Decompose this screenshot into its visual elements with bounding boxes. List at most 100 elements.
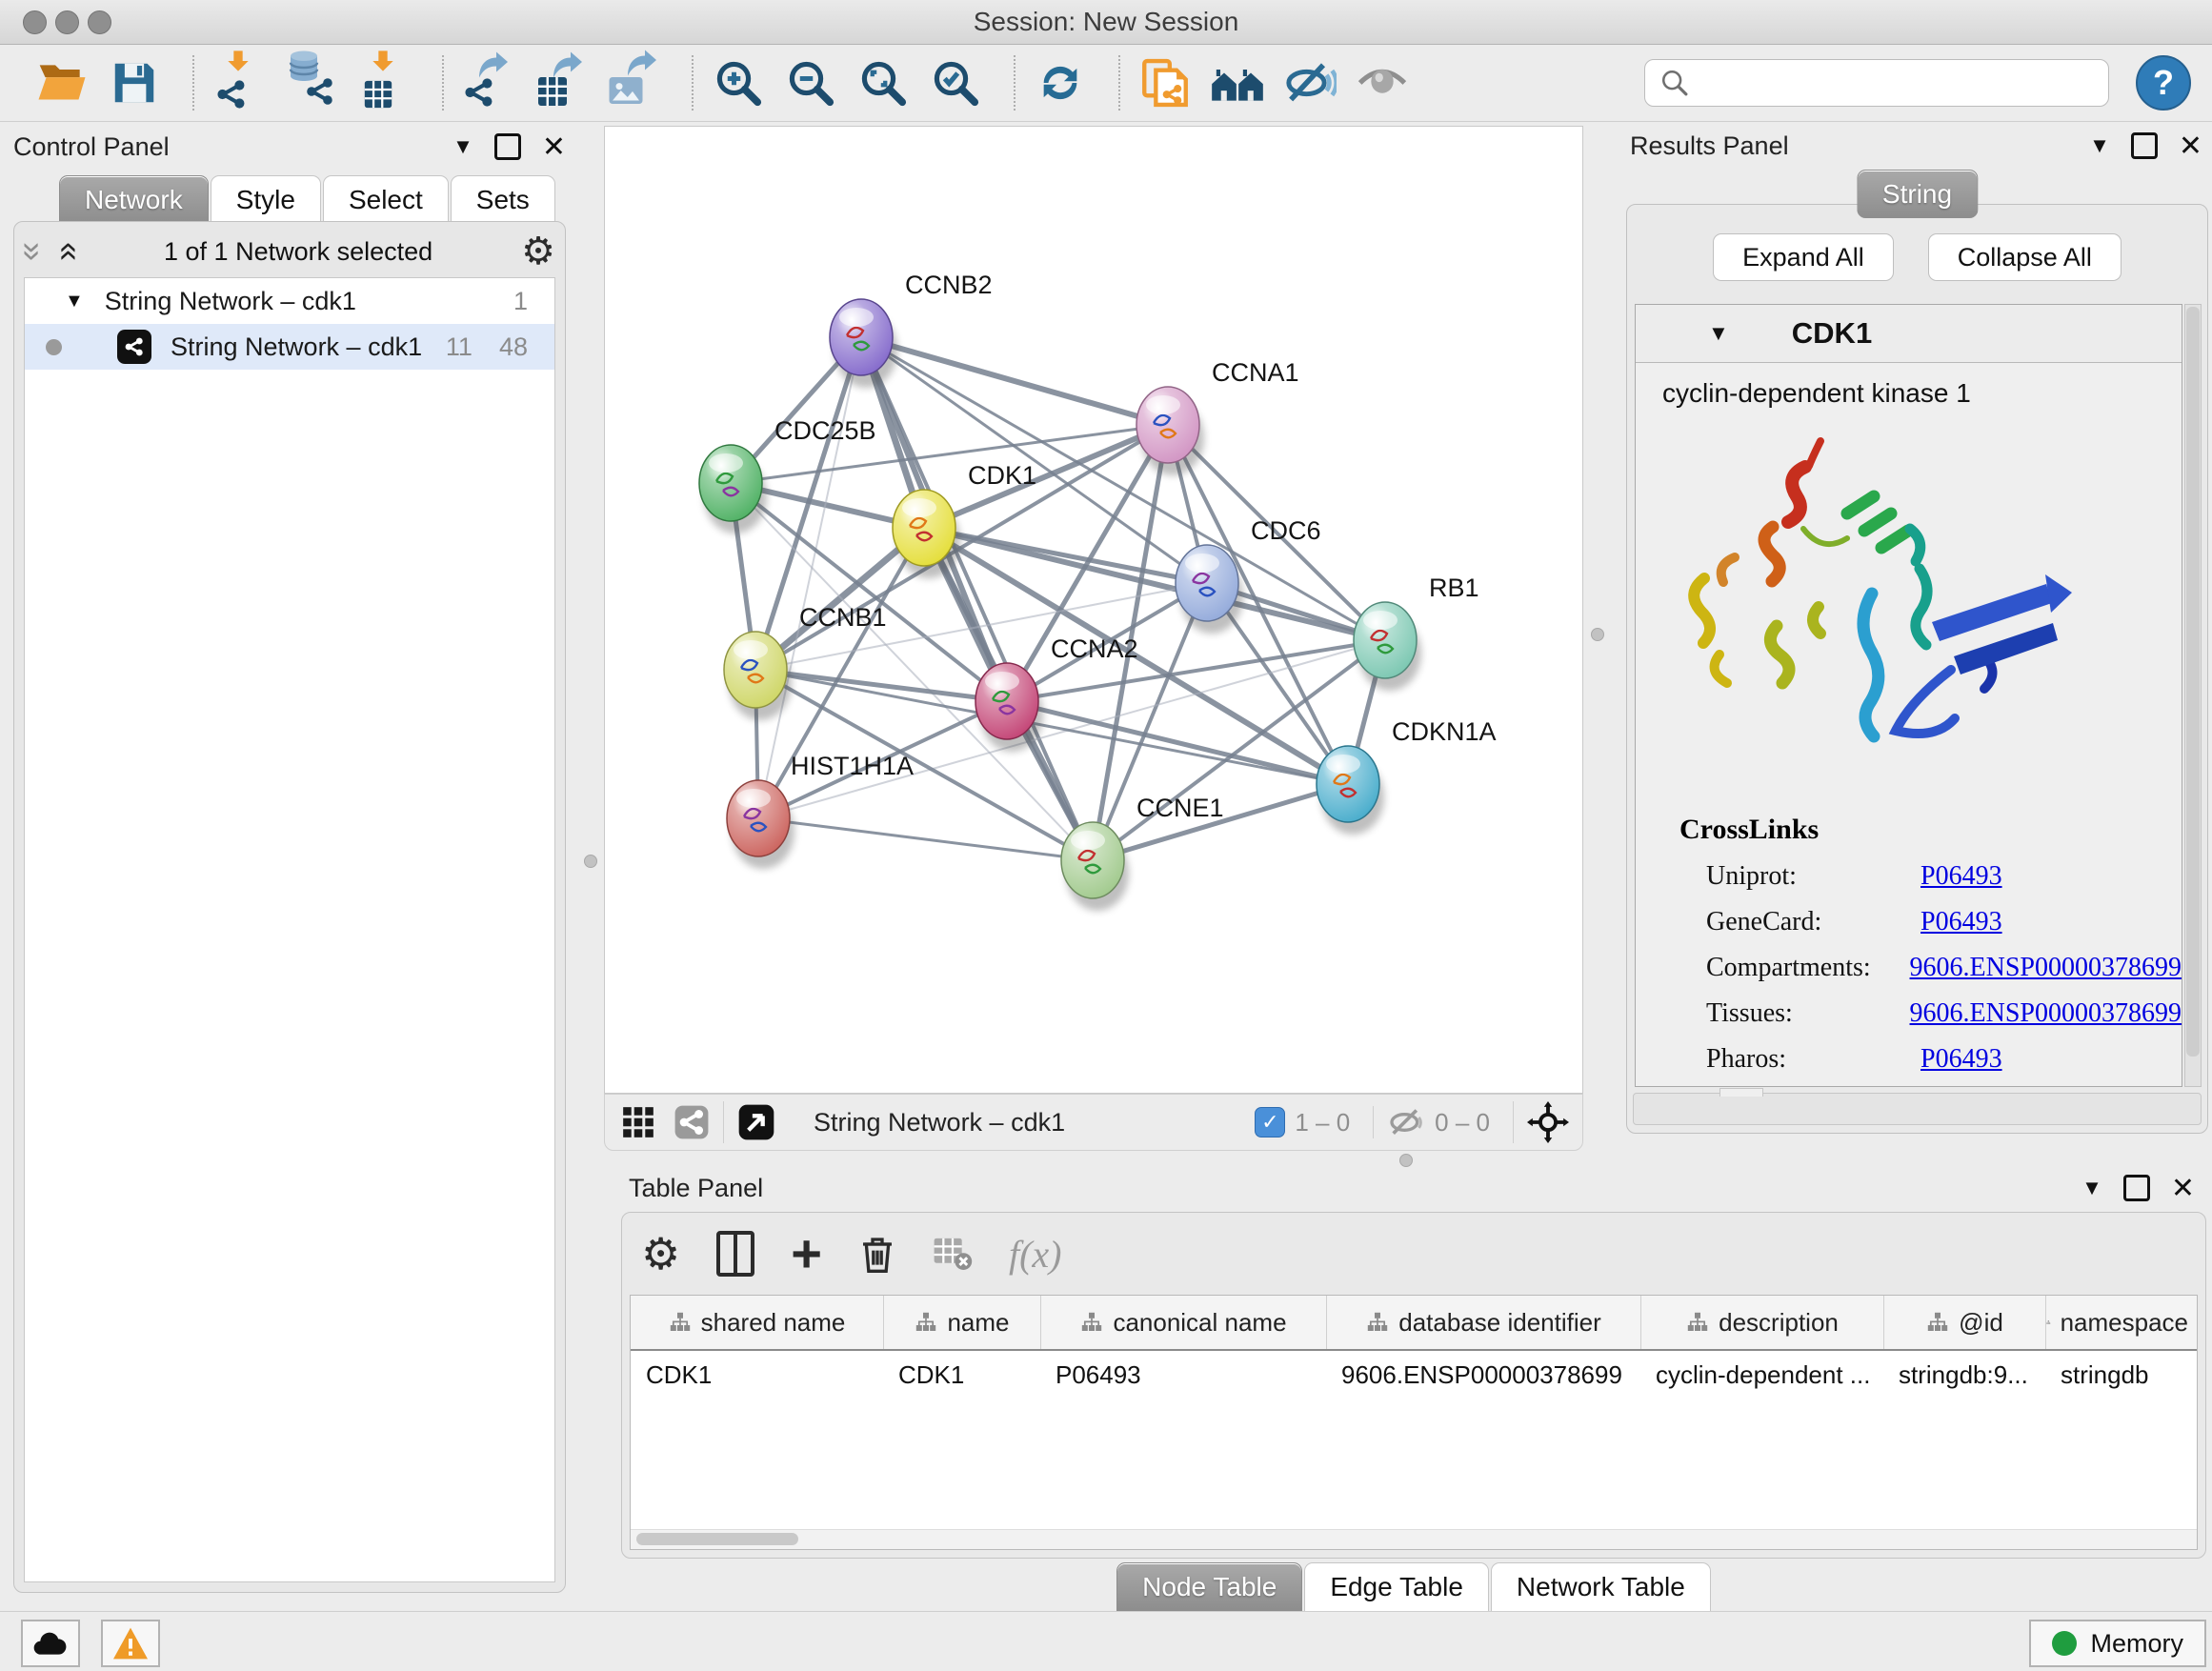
network-edge-HIST1H1A-CCNE1[interactable]: [758, 818, 1093, 860]
right-splitter-handle[interactable]: [1591, 628, 1604, 641]
panel-close-icon[interactable]: ✕: [2179, 130, 2202, 163]
panel-close-icon[interactable]: ✕: [2171, 1172, 2195, 1205]
table-cell[interactable]: P06493: [1040, 1360, 1326, 1390]
column-header-description[interactable]: description: [1640, 1296, 1883, 1349]
tab-node-table[interactable]: Node Table: [1116, 1562, 1302, 1611]
zoom-out-icon[interactable]: [781, 53, 840, 112]
eye-icon[interactable]: [1353, 53, 1412, 112]
hidden-items-eye-slash-icon[interactable]: [1387, 1103, 1425, 1141]
export-network-icon[interactable]: [459, 53, 518, 112]
panel-float-icon[interactable]: [494, 133, 521, 160]
network-options-gear-icon[interactable]: ⚙: [521, 232, 555, 271]
warnings-button[interactable]: [101, 1620, 160, 1667]
network-graph[interactable]: CCNB2CCNA1CDC25BCDK1CDC6RB1CCNB1CCNA2CDK…: [605, 127, 1582, 1093]
panel-float-icon[interactable]: [2123, 1175, 2150, 1201]
network-edge-CCNB2-CCNA1[interactable]: [861, 337, 1168, 425]
column-header-shared-name[interactable]: shared name: [631, 1296, 883, 1349]
tab-edge-table[interactable]: Edge Table: [1304, 1562, 1489, 1611]
network-row[interactable]: String Network – cdk1 11 48: [25, 324, 554, 370]
export-table-icon[interactable]: [532, 53, 591, 112]
homes-icon[interactable]: [1208, 53, 1267, 112]
network-node-HIST1H1A[interactable]: [727, 780, 794, 869]
results-vertical-scrollbar[interactable]: [2184, 304, 2202, 1087]
import-network-database-icon[interactable]: [282, 53, 341, 112]
table-cell[interactable]: CDK1: [631, 1360, 883, 1390]
network-collection-row[interactable]: ▼ String Network – cdk1 1: [25, 278, 554, 324]
table-cell[interactable]: stringdb:9...: [1883, 1360, 2045, 1390]
crosslink-link[interactable]: 9606.ENSP00000378699: [1910, 953, 2182, 983]
panel-collapse-icon[interactable]: ▼: [2081, 1176, 2102, 1200]
panel-collapse-icon[interactable]: ▼: [452, 134, 473, 159]
column-header-name[interactable]: name: [883, 1296, 1040, 1349]
network-node-CDC25B[interactable]: [699, 445, 767, 534]
search-input[interactable]: [1700, 63, 2108, 103]
copy-document-icon[interactable]: [1136, 53, 1195, 112]
crosslink-link[interactable]: P06493: [1920, 907, 2002, 937]
network-edge-CCNA1-CCNB1[interactable]: [755, 425, 1168, 670]
network-canvas[interactable]: CCNB2CCNA1CDC25BCDK1CDC6RB1CCNB1CCNA2CDK…: [604, 126, 1583, 1094]
expand-all-networks-icon[interactable]: »: [49, 242, 83, 261]
zoom-selected-icon[interactable]: [926, 53, 985, 112]
network-edge-RB1-HIST1H1A[interactable]: [758, 640, 1385, 818]
import-network-file-icon[interactable]: [210, 53, 269, 112]
panel-collapse-icon[interactable]: ▼: [2089, 133, 2110, 158]
delete-table-icon[interactable]: [933, 1236, 973, 1272]
network-edge-CCNB2-HIST1H1A[interactable]: [758, 337, 861, 818]
panel-close-icon[interactable]: ✕: [542, 131, 566, 164]
fit-content-crosshair-icon[interactable]: [1527, 1101, 1569, 1143]
column-header-database-identifier[interactable]: database identifier: [1326, 1296, 1640, 1349]
table-horizontal-scrollbar[interactable]: [631, 1529, 2197, 1549]
crosslink-link[interactable]: 9606.ENSP00000378699: [1910, 998, 2182, 1029]
show-columns-icon[interactable]: [716, 1231, 754, 1277]
zoom-in-icon[interactable]: [709, 53, 768, 112]
delete-column-trash-icon[interactable]: [858, 1233, 896, 1275]
grid-view-icon[interactable]: [620, 1104, 656, 1140]
toggle-panel-visibility-icon[interactable]: [1280, 53, 1339, 112]
import-table-file-icon[interactable]: [354, 53, 413, 112]
network-node-CDKN1A[interactable]: [1317, 746, 1384, 835]
network-node-CCNA2[interactable]: [975, 663, 1043, 752]
network-view-share-icon[interactable]: [674, 1104, 710, 1140]
selected-filter-checkbox[interactable]: ✓: [1255, 1107, 1285, 1137]
tree-expander-icon[interactable]: ▼: [65, 291, 84, 312]
column-header-canonical-name[interactable]: canonical name: [1040, 1296, 1326, 1349]
tab-network-table[interactable]: Network Table: [1491, 1562, 1711, 1611]
function-builder-icon[interactable]: f(x): [1009, 1232, 1062, 1277]
table-cell[interactable]: 9606.ENSP00000378699: [1326, 1360, 1640, 1390]
export-image-icon[interactable]: [604, 53, 663, 112]
network-node-RB1[interactable]: [1354, 602, 1421, 691]
tab-string[interactable]: String: [1857, 170, 1978, 218]
memory-button[interactable]: Memory: [2029, 1620, 2206, 1667]
left-splitter-handle[interactable]: [584, 855, 597, 868]
network-node-CCNB2[interactable]: [830, 299, 897, 388]
table-options-gear-icon[interactable]: ⚙: [641, 1232, 680, 1276]
network-node-CCNE1[interactable]: [1061, 822, 1129, 911]
tab-network[interactable]: Network: [59, 175, 209, 224]
column-header--id[interactable]: @id: [1883, 1296, 2045, 1349]
network-edge-CCNB1-CCNA2[interactable]: [755, 670, 1007, 701]
open-file-icon[interactable]: [32, 53, 91, 112]
node-table[interactable]: shared namenamecanonical namedatabase id…: [630, 1295, 2198, 1550]
tab-style[interactable]: Style: [211, 175, 321, 224]
crosslink-link[interactable]: P06493: [1920, 861, 2002, 892]
table-cell[interactable]: cyclin-dependent ...: [1640, 1360, 1883, 1390]
scrollbar-thumb[interactable]: [636, 1533, 798, 1545]
table-row[interactable]: CDK1CDK1P064939606.ENSP00000378699cyclin…: [631, 1351, 2197, 1399]
tab-select[interactable]: Select: [323, 175, 449, 224]
cloud-button[interactable]: [21, 1620, 80, 1667]
table-cell[interactable]: CDK1: [883, 1360, 1040, 1390]
crosslink-link[interactable]: P06493: [1920, 1044, 2002, 1075]
panel-float-icon[interactable]: [2131, 132, 2158, 159]
results-horizontal-scrollbar[interactable]: [1633, 1093, 2202, 1125]
tab-sets[interactable]: Sets: [451, 175, 555, 224]
network-edge-CCNB2-CCNE1[interactable]: [861, 337, 1093, 860]
save-session-icon[interactable]: [105, 53, 164, 112]
refresh-layout-icon[interactable]: [1031, 53, 1090, 112]
bottom-splitter-handle[interactable]: [1399, 1154, 1413, 1167]
column-header-namespace[interactable]: namespace: [2045, 1296, 2188, 1349]
section-expander-icon[interactable]: ▼: [1708, 321, 1729, 346]
gene-section-header[interactable]: ▼ CDK1: [1636, 305, 2182, 363]
help-icon[interactable]: ?: [2136, 55, 2191, 111]
collapse-all-button[interactable]: Collapse All: [1928, 233, 2122, 281]
zoom-fit-icon[interactable]: [854, 53, 913, 112]
